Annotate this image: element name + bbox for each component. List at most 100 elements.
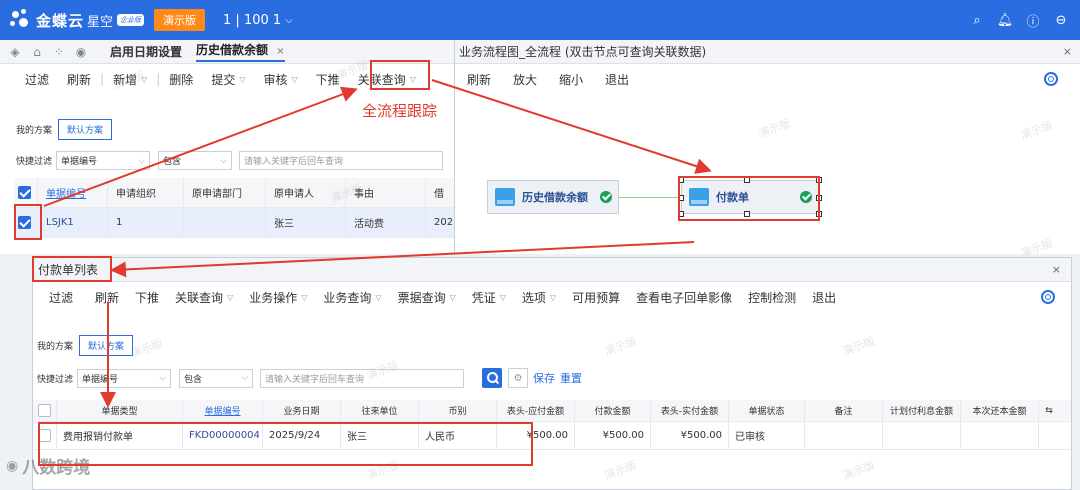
select-all-checkbox[interactable] (33, 400, 57, 421)
default-scheme-button[interactable]: 默认方案 (79, 335, 134, 356)
chat-icon[interactable]: ◉ (74, 45, 88, 59)
col-bill-no[interactable]: 单据编号 (38, 178, 108, 207)
close-icon[interactable]: × (1052, 263, 1061, 276)
table-header: 单据类型 单据编号 业务日期 往来单位 币别 表头-应付金额 付款金额 表头-实… (33, 400, 1071, 422)
filter-op-select[interactable]: 包含 ⌵ (158, 151, 233, 170)
related-query-button[interactable]: 关联查询 ▽ (167, 289, 241, 306)
table-header: 单据编号 申请组织 原申请部门 原申请人 事由 借 (14, 178, 455, 208)
business-operation-button[interactable]: 业务操作 ▽ (241, 289, 315, 306)
submit-button[interactable]: 提交 ▽ (202, 71, 254, 88)
brand-logo[interactable]: 金蝶云 星空 企业版 (10, 9, 145, 31)
business-query-button[interactable]: 业务查询 ▽ (315, 289, 389, 306)
close-icon[interactable]: × (1063, 45, 1072, 58)
view-receipt-image-button[interactable]: 查看电子回单影像 (628, 289, 740, 306)
col-orig-dept: 原申请部门 (184, 178, 266, 207)
cell-bill-status: 已审核 (729, 422, 805, 449)
flow-refresh-button[interactable]: 刷新 (467, 71, 491, 88)
available-budget-button[interactable]: 可用预算 (564, 289, 628, 306)
refresh-button[interactable]: 刷新 (58, 71, 100, 88)
loan-balance-list-panel: 过滤 刷新 | 新增 ▽ | 删除 提交 ▽ 审核 ▽ 下推 关联查询 ▽ 我的方案 默… (0, 64, 455, 254)
filter-field-select[interactable]: 单据编号 ⌵ (56, 151, 151, 170)
table-row[interactable]: LSJK1 1 张三 活动费 202 (14, 208, 455, 238)
scheme-label: 我的方案 (16, 126, 53, 136)
filter-button[interactable]: 过滤 (41, 289, 81, 306)
default-scheme-button[interactable]: 默认方案 (58, 119, 113, 140)
chevron-down-icon: ▽ (141, 74, 148, 84)
flow-toolbar: 刷新 放大 缩小 退出 (455, 64, 1080, 94)
filter-field-value: 单据编号 (82, 374, 119, 385)
scheme-row: 我的方案 默认方案 (37, 335, 134, 356)
scheme-row: 我的方案 默认方案 (16, 119, 113, 140)
document-icon (495, 188, 515, 206)
col-bill-status: 单据状态 (729, 400, 805, 421)
help-icon[interactable]: ⓘ (1024, 11, 1042, 30)
gear-icon[interactable] (1041, 290, 1055, 304)
flow-connector (619, 197, 681, 198)
weibo-icon: ◉ (6, 457, 19, 474)
select-all-checkbox[interactable] (14, 178, 38, 207)
chevron-down-icon: ▽ (549, 292, 557, 302)
quick-filter-label: 快捷过滤 (16, 157, 53, 167)
column-settings-icon[interactable]: ⇆ (1039, 400, 1059, 421)
save-link[interactable]: 保存 (533, 370, 555, 386)
chevron-down-icon: ▽ (291, 74, 298, 84)
search-icon[interactable]: ⌕ (968, 11, 986, 29)
org-selector[interactable]: 1 | 100 1 ⌵ (223, 13, 293, 28)
filter-button[interactable]: 过滤 (16, 71, 58, 88)
logo-icon (10, 9, 32, 31)
filter-field-value: 单据编号 (61, 157, 98, 167)
demo-button[interactable]: 演示版 (154, 9, 206, 31)
payment-panel-header: 付款单列表 × (33, 258, 1071, 282)
push-down-button[interactable]: 下推 (127, 289, 167, 306)
col-planned-interest: 计划付利息金额 (883, 400, 961, 421)
delete-button[interactable]: 删除 (160, 71, 202, 88)
flow-panel-header: 业务流程图_全流程 (双击节点可查询关联数据) × (455, 40, 1080, 64)
col-bill-no[interactable]: 单据编号 (183, 400, 263, 421)
close-icon[interactable]: × (276, 46, 284, 57)
chevron-down-icon: ▽ (239, 74, 246, 84)
col-currency: 币别 (419, 400, 497, 421)
cube-icon[interactable]: ◈ (8, 45, 22, 59)
new-button[interactable]: 新增 ▽ (104, 71, 156, 88)
filter-op-select[interactable]: 包含 ⌵ (179, 368, 254, 388)
cell-apply-org: 1 (108, 208, 184, 237)
cell-reason: 活动费 (346, 208, 426, 237)
business-flow-panel: 业务流程图_全流程 (双击节点可查询关联数据) × 刷新 放大 缩小 退出 历史… (454, 40, 1080, 254)
zoom-out-button[interactable]: 缩小 (559, 71, 583, 88)
bill-query-button[interactable]: 票据查询 ▽ (390, 289, 464, 306)
tb-label: 业务查询 (323, 290, 372, 305)
filter-keyword-input[interactable]: 请输入关键字后回车查询 (239, 151, 444, 170)
tab-historical-loan-balance[interactable]: 历史借款余额 × (196, 41, 285, 62)
search-icon[interactable] (482, 368, 503, 388)
highlight-related-query (370, 60, 430, 90)
voucher-button[interactable]: 凭证 ▽ (464, 289, 514, 306)
options-button[interactable]: 选项 ▽ (514, 289, 564, 306)
quick-filter-label: 快捷过滤 (37, 374, 74, 385)
exit-button[interactable]: 退出 (804, 289, 844, 306)
bell-icon[interactable]: 🔔︎ (996, 11, 1014, 29)
home-icon[interactable]: ⌂ (30, 45, 44, 59)
refresh-button[interactable]: 刷新 (81, 289, 127, 306)
chevron-down-icon: ▽ (449, 292, 456, 302)
audit-button[interactable]: 审核 ▽ (254, 71, 306, 88)
settings-icon[interactable]: ⚙ (508, 368, 529, 388)
filter-field-select[interactable]: 单据编号 ⌵ (77, 368, 172, 388)
tab-start-date-settings[interactable]: 启用日期设置 (110, 43, 182, 60)
col-business-date: 业务日期 (263, 400, 341, 421)
cell-date: 202 (434, 217, 454, 228)
new-label: 新增 (113, 72, 138, 87)
control-check-button[interactable]: 控制检测 (740, 289, 804, 306)
zoom-in-button[interactable]: 放大 (513, 71, 537, 88)
reset-link[interactable]: 重置 (560, 370, 582, 386)
gear-icon[interactable] (1044, 72, 1058, 86)
cell-principal-repaid (961, 422, 1039, 449)
top-navigation-bar: 金蝶云 星空 企业版 演示版 1 | 100 1 ⌵ ⌕ 🔔︎ ⓘ ⊖ (0, 0, 1080, 40)
flow-node-loan-balance[interactable]: 历史借款余额 (487, 180, 619, 214)
filter-keyword-input[interactable]: 请输入关键字后回车查询 (260, 368, 465, 388)
col-payable-amount: 表头-应付金额 (497, 400, 575, 421)
minus-circle-icon[interactable]: ⊖ (1052, 11, 1070, 29)
cell-bill-no[interactable]: LSJK1 (38, 208, 108, 237)
push-down-button[interactable]: 下推 (307, 71, 349, 88)
exit-button[interactable]: 退出 (605, 71, 629, 88)
apps-icon[interactable]: ⁘ (52, 45, 66, 59)
